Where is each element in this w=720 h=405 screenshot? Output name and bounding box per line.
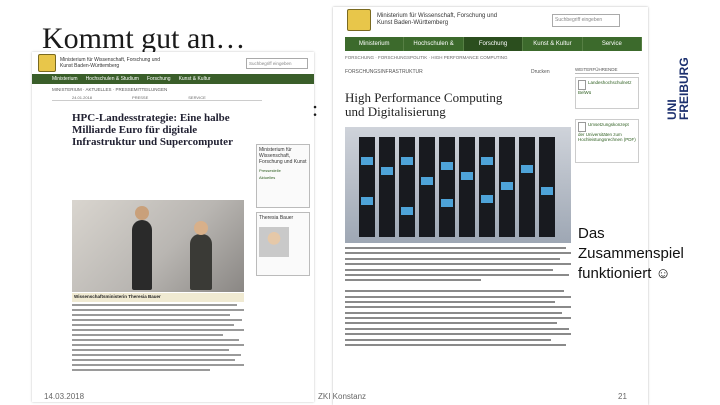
document-icon	[578, 122, 586, 132]
press-release-screenshot: Ministerium für Wissenschaft, Forschung …	[32, 52, 314, 402]
site-header: Ministerium für Wissenschaft, Forschung …	[32, 52, 314, 74]
site-header: Ministerium für Wissenschaft, Forschung …	[333, 7, 648, 33]
nav-item-active[interactable]: Forschung	[463, 37, 524, 51]
callout-line: Das	[578, 225, 605, 242]
sidebar-link[interactable]: Pressestelle	[257, 167, 309, 174]
supercomputer-photo	[345, 127, 571, 243]
search-input[interactable]: Suchbegriff eingeben	[552, 13, 620, 27]
sidebar-link-box[interactable]: Umsetzungskonzept der Universitäten zum …	[575, 119, 639, 163]
sidebar-title: Ministerium für Wissenschaft, Forschung …	[259, 147, 307, 165]
nav-item[interactable]: Hochschulen & Studium	[86, 76, 139, 82]
search-input[interactable]: Suchbegriff eingeben	[246, 57, 308, 69]
person-figure	[190, 221, 212, 290]
print-link[interactable]: Drucken	[531, 69, 550, 75]
article-body	[345, 247, 571, 349]
slide-title: Kommt gut an…	[42, 22, 246, 55]
document-icon	[578, 80, 586, 90]
footer-center: ZKI Konstanz	[318, 392, 367, 401]
sidebar-link-box[interactable]: Landeshochschulnetz BelWü	[575, 77, 639, 109]
breadcrumb: MINISTERIUM · AKTUELLES · PRESSEMITTEILU…	[52, 87, 168, 92]
meta-tab[interactable]: SERVICE	[188, 95, 206, 100]
article-photo	[72, 200, 244, 292]
meta-tab[interactable]: PRESSE	[132, 95, 148, 100]
sidebar-link[interactable]: Umsetzungskonzept der Universitäten zum …	[578, 122, 636, 142]
sidebar-link[interactable]: Aktuelles	[257, 174, 309, 181]
sidebar: WEITERFÜHRENDE Landeshochschulnetz BelWü…	[575, 67, 639, 173]
main-nav: Ministerium Hochschulen & Studium Forsch…	[345, 37, 643, 61]
article-headline: HPC-Landesstrategie: Eine halbe Milliard…	[72, 112, 233, 148]
nav-item[interactable]: Ministerium	[345, 37, 405, 51]
photo-caption: Wissenschaftsministerin Theresia Bauer	[72, 293, 244, 302]
state-crest-icon	[347, 9, 371, 31]
nav-item[interactable]: Hochschulen & Studium	[404, 37, 464, 61]
contact-portrait	[259, 227, 289, 257]
sidebar-box: Ministerium für Wissenschaft, Forschung …	[256, 144, 310, 208]
callout-line: Zusammenspiel	[578, 245, 684, 262]
slide-title-tail: :	[312, 96, 319, 121]
article-body	[72, 304, 244, 374]
footer-page-number: 21	[618, 392, 627, 401]
contact-box: Theresia Bauer	[256, 212, 310, 276]
footer-date: 14.03.2018	[44, 392, 85, 401]
ministry-name: Ministerium für Wissenschaft, Forschung …	[377, 13, 498, 26]
ministry-name: Ministerium für Wissenschaft, Forschung …	[60, 57, 161, 69]
nav-item[interactable]: Service	[583, 37, 643, 51]
article-meta: 24.01.2018 PRESSE SERVICE	[52, 95, 262, 101]
callout-line: funktioniert ☺	[578, 265, 671, 282]
sidebar-link[interactable]: Landeshochschulnetz BelWü	[578, 80, 632, 95]
logo-text-freiburg: FREIBURG	[677, 57, 690, 120]
sidebar-heading: WEITERFÜHRENDE	[575, 67, 639, 74]
nav-item[interactable]: Kunst & Kultur	[179, 76, 211, 82]
state-crest-icon	[38, 54, 56, 72]
callout-text: Das Zusammenspiel funktioniert ☺	[578, 224, 718, 284]
hpc-page-screenshot: Ministerium für Wissenschaft, Forschung …	[333, 7, 648, 405]
breadcrumb: FORSCHUNG · FORSCHUNGSPOLITIK · HIGH PER…	[345, 55, 508, 60]
meta-date: 24.01.2018	[72, 95, 93, 100]
uni-freiburg-logo: UNI FREIBURG	[665, 57, 690, 120]
main-nav: Ministerium Hochschulen & Studium Forsch…	[32, 74, 314, 84]
article-headline: High Performance Computing und Digitalis…	[345, 90, 503, 119]
nav-item[interactable]: Forschung	[147, 76, 171, 82]
nav-item[interactable]: Kunst & Kultur	[523, 37, 583, 51]
person-figure	[132, 206, 152, 290]
section-label: FORSCHUNGSINFRASTRUKTUR	[345, 69, 423, 75]
contact-name: Theresia Bauer	[259, 215, 294, 221]
nav-item[interactable]: Ministerium	[52, 76, 78, 82]
sidebar: Ministerium für Wissenschaft, Forschung …	[256, 144, 310, 280]
